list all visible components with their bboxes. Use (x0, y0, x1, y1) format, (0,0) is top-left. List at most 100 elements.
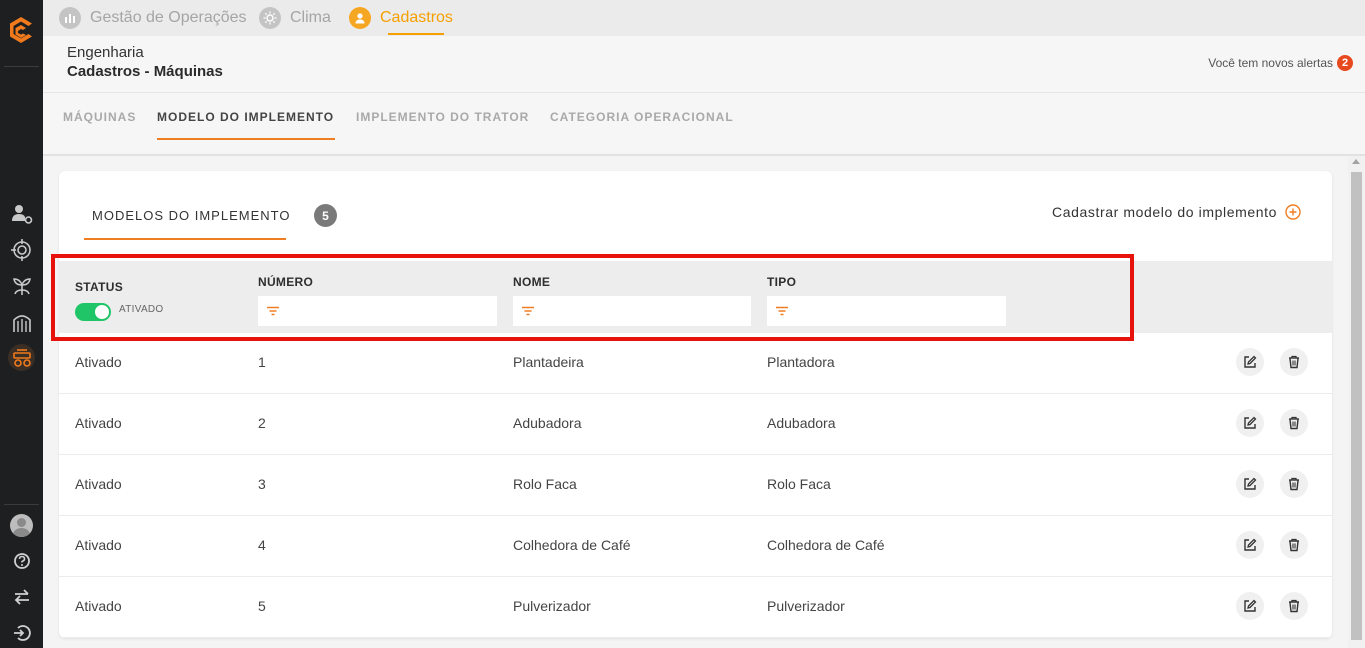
user-icon (349, 7, 371, 29)
tab-maquinas[interactable]: MÁQUINAS (63, 110, 136, 124)
tab-implemento-trator[interactable]: IMPLEMENTO DO TRATOR (356, 110, 529, 124)
header-divider (43, 92, 1365, 93)
numero-filter-input[interactable] (258, 296, 497, 326)
cell-nome: Rolo Faca (513, 476, 577, 492)
trash-icon (1289, 538, 1299, 552)
avatar[interactable] (10, 514, 33, 537)
register-label: Cadastrar modelo do implemento (1052, 204, 1277, 220)
sidebar (0, 0, 43, 648)
silo-icon[interactable] (8, 308, 35, 335)
cell-status: Ativado (75, 354, 122, 370)
top-nav: Gestão de Operações Clima Cadastros (43, 0, 1365, 36)
plant-icon[interactable] (8, 272, 35, 299)
alerts-link[interactable]: Você tem novos alertas 2 (1208, 55, 1353, 71)
nav-label: Gestão de Operações (90, 9, 247, 26)
nav-clima[interactable]: Clima (259, 0, 331, 36)
cell-tipo: Rolo Faca (767, 476, 831, 492)
column-nome: NOME (513, 275, 551, 289)
delete-button[interactable] (1280, 409, 1308, 437)
swap-icon[interactable] (8, 583, 35, 610)
status-toggle[interactable] (75, 303, 111, 321)
trash-icon (1289, 355, 1299, 369)
edit-button[interactable] (1236, 531, 1264, 559)
tractor-icon[interactable] (8, 344, 35, 371)
nav-label: Clima (290, 9, 331, 26)
edit-button[interactable] (1236, 409, 1264, 437)
logo-icon[interactable] (6, 15, 36, 45)
edit-button[interactable] (1236, 348, 1264, 376)
status-toggle-label: ATIVADO (119, 304, 164, 315)
cell-numero: 2 (258, 415, 266, 431)
tab-active-indicator (157, 138, 335, 140)
tipo-filter-input[interactable] (767, 296, 1006, 326)
cell-tipo: Plantadora (767, 354, 835, 370)
tab-categoria-operacional[interactable]: CATEGORIA OPERACIONAL (550, 110, 734, 124)
edit-icon (1244, 355, 1257, 368)
cell-status: Ativado (75, 598, 122, 614)
cell-numero: 3 (258, 476, 266, 492)
nav-label: Cadastros (380, 9, 453, 26)
alerts-badge: 2 (1337, 55, 1353, 71)
scroll-up-arrow[interactable] (1352, 159, 1360, 164)
count-badge: 5 (314, 204, 337, 227)
cell-tipo: Adubadora (767, 415, 836, 431)
models-card: MODELOS DO IMPLEMENTO 5 Cadastrar modelo… (59, 171, 1332, 638)
tab-active-indicator (84, 238, 286, 240)
cell-status: Ativado (75, 415, 122, 431)
edit-icon (1244, 599, 1257, 612)
breadcrumb: Engenharia (67, 44, 144, 61)
edit-icon (1244, 477, 1257, 490)
user-gear-icon[interactable] (8, 200, 35, 227)
cell-tipo: Pulverizador (767, 598, 845, 614)
nome-filter-input[interactable] (513, 296, 751, 326)
table-row: Ativado 2 Adubadora Adubadora (59, 394, 1332, 455)
table-row: Ativado 3 Rolo Faca Rolo Faca (59, 455, 1332, 516)
sun-icon (259, 7, 281, 29)
header-divider (43, 154, 1365, 156)
cell-tipo: Colhedora de Café (767, 537, 885, 553)
cell-nome: Pulverizador (513, 598, 591, 614)
delete-button[interactable] (1280, 470, 1308, 498)
plus-circle-icon (1285, 204, 1301, 220)
filter-icon (522, 306, 534, 316)
delete-button[interactable] (1280, 592, 1308, 620)
edit-button[interactable] (1236, 592, 1264, 620)
column-status: STATUS (75, 280, 124, 294)
sidebar-divider (4, 66, 39, 67)
cell-nome: Plantadeira (513, 354, 584, 370)
delete-button[interactable] (1280, 531, 1308, 559)
target-icon[interactable] (8, 236, 35, 263)
scrollbar-thumb[interactable] (1351, 172, 1362, 640)
cell-numero: 5 (258, 598, 266, 614)
filter-icon (267, 306, 279, 316)
edit-icon (1244, 538, 1257, 551)
page-header: Engenharia Cadastros - Máquinas Você tem… (43, 36, 1365, 156)
page-title: Cadastros - Máquinas (67, 63, 223, 80)
edit-button[interactable] (1236, 470, 1264, 498)
column-numero: NÚMERO (258, 275, 314, 289)
sidebar-divider (4, 504, 39, 505)
nav-gestao[interactable]: Gestão de Operações (59, 0, 247, 36)
table-row: Ativado 5 Pulverizador Pulverizador (59, 577, 1332, 638)
cell-nome: Adubadora (513, 415, 582, 431)
table-row: Ativado 1 Plantadeira Plantadora (59, 333, 1332, 394)
cell-nome: Colhedora de Café (513, 537, 631, 553)
table-row: Ativado 4 Colhedora de Café Colhedora de… (59, 516, 1332, 577)
help-icon[interactable] (8, 547, 35, 574)
tab-modelo-implemento[interactable]: MODELO DO IMPLEMENTO (157, 110, 334, 124)
nav-cadastros[interactable]: Cadastros (349, 0, 453, 36)
tab-modelos[interactable]: MODELOS DO IMPLEMENTO (92, 208, 290, 223)
cell-status: Ativado (75, 537, 122, 553)
trash-icon (1289, 416, 1299, 430)
filter-icon (776, 306, 788, 316)
alerts-label: Você tem novos alertas (1208, 56, 1333, 70)
delete-button[interactable] (1280, 348, 1308, 376)
filter-header: STATUS ATIVADO NÚMERO NOME TIPO (59, 261, 1332, 333)
column-tipo: TIPO (767, 275, 797, 289)
edit-icon (1244, 416, 1257, 429)
chart-icon (59, 7, 81, 29)
logout-icon[interactable] (8, 619, 35, 646)
trash-icon (1289, 477, 1299, 491)
register-model-button[interactable]: Cadastrar modelo do implemento (1052, 204, 1301, 220)
nav-active-indicator (388, 33, 444, 35)
